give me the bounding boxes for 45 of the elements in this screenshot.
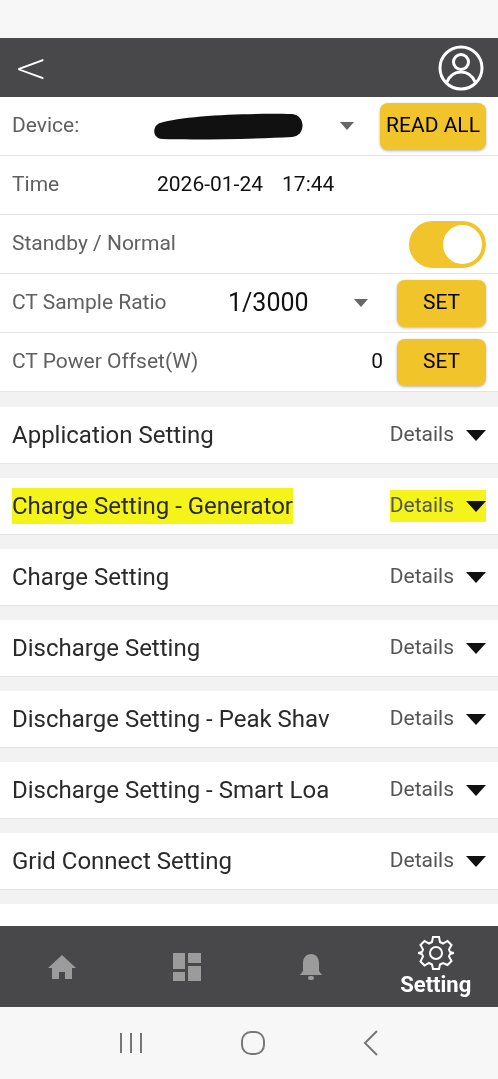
section-title[interactable]: Discharge Setting - Smart Loa	[12, 772, 330, 808]
field-label: Time	[12, 171, 61, 199]
details-button[interactable]: Details	[389, 632, 486, 664]
details-button[interactable]: Details	[389, 703, 486, 735]
dashboard-icon	[172, 952, 201, 981]
time-value: 17:44	[282, 171, 335, 199]
details-button[interactable]: Details	[389, 561, 486, 593]
section-title[interactable]: Charge Setting - Generator	[12, 488, 293, 524]
recent-apps-icon[interactable]	[119, 1032, 143, 1054]
dropdown-caret-icon[interactable]	[340, 122, 354, 130]
section-title[interactable]: Grid Connect Setting	[12, 843, 232, 879]
settings-icon	[417, 934, 454, 971]
nav-label: Setting	[400, 970, 472, 999]
details-button[interactable]: Details	[389, 845, 486, 877]
profile-icon[interactable]	[438, 44, 484, 91]
dropdown-caret-icon[interactable]	[354, 299, 368, 307]
expand-arrow-icon	[466, 571, 486, 583]
expand-arrow-icon	[466, 784, 486, 796]
date-value: 2026-01-24	[157, 171, 264, 199]
expand-arrow-icon	[466, 500, 486, 512]
expand-arrow-icon	[466, 855, 486, 867]
field-label: CT Power Offset(W)	[12, 348, 199, 376]
expand-arrow-icon	[466, 642, 486, 654]
section-title[interactable]: Discharge Setting	[12, 630, 201, 666]
set-button[interactable]: SET	[397, 338, 486, 386]
toggle-switch[interactable]	[409, 220, 486, 268]
offset-value: 0	[371, 348, 383, 376]
details-button[interactable]: Details	[389, 490, 486, 522]
back-button[interactable]: <	[14, 47, 48, 88]
field-label: CT Sample Ratio	[12, 289, 168, 317]
read-all-button[interactable]: READ ALL	[380, 102, 486, 150]
field-label: Standby / Normal	[12, 230, 176, 258]
expand-arrow-icon	[466, 429, 486, 441]
details-button[interactable]: Details	[389, 419, 486, 451]
section-title[interactable]: Application Setting	[12, 417, 214, 453]
home-icon	[47, 953, 78, 980]
field-label: Device:	[12, 112, 81, 140]
set-button[interactable]: SET	[397, 279, 486, 327]
section-title[interactable]: Discharge Setting - Peak Shav	[12, 701, 330, 737]
dropdown-value: 1/3000	[228, 287, 310, 320]
details-button[interactable]: Details	[389, 774, 486, 806]
section-title[interactable]: Charge Setting	[12, 559, 170, 595]
bell-icon	[298, 951, 325, 982]
expand-arrow-icon	[466, 713, 486, 725]
back-icon[interactable]	[363, 1030, 379, 1056]
